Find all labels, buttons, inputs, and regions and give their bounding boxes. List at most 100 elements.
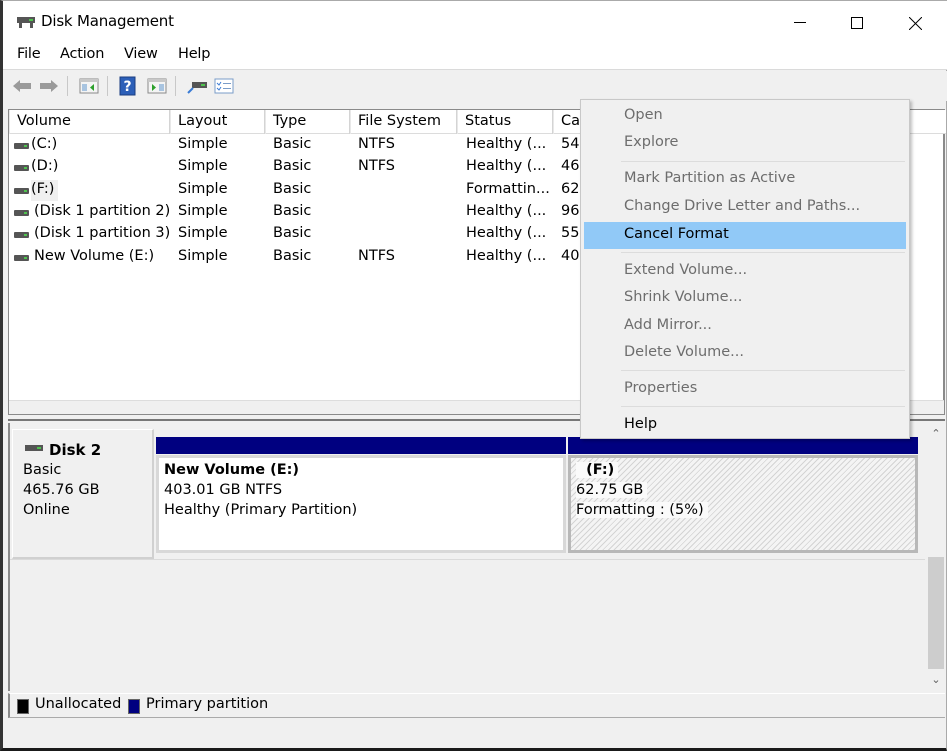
maximize-icon	[851, 17, 863, 29]
properties-list-icon[interactable]	[213, 76, 235, 96]
volume-status: Healthy (...	[466, 203, 547, 219]
legend-label-primary-partition: Primary partition	[146, 696, 269, 712]
context-menu-mark-active[interactable]: Mark Partition as Active	[584, 166, 906, 193]
scrollbar-thumb[interactable]	[928, 557, 944, 669]
svg-text:?: ?	[123, 79, 131, 95]
volume-row-selected[interactable]: (F:) Simple Basic Formattin... 62	[9, 180, 609, 202]
partition-type-bar	[156, 437, 566, 454]
volume-status: Healthy (...	[466, 158, 547, 174]
back-arrow-icon[interactable]	[11, 76, 33, 96]
title-bar[interactable]: Disk Management	[3, 1, 947, 43]
context-menu-shrink-volume[interactable]: Shrink Volume...	[584, 285, 906, 312]
vertical-scrollbar[interactable]: ⌃ ⌄	[927, 423, 945, 691]
context-menu-properties[interactable]: Properties	[584, 376, 906, 403]
context-menu-add-mirror[interactable]: Add Mirror...	[584, 313, 906, 340]
minimize-button[interactable]	[777, 7, 823, 39]
volume-row[interactable]: (C:) Simple Basic NTFS Healthy (... 54	[9, 135, 609, 157]
context-menu-separator	[621, 161, 905, 162]
disk-state: Online	[23, 502, 70, 518]
partition-status: Healthy (Primary Partition)	[164, 502, 358, 518]
menu-help[interactable]: Help	[178, 46, 210, 62]
drive-icon	[14, 143, 29, 149]
volume-file-system: NTFS	[358, 158, 395, 174]
drive-icon	[14, 255, 29, 261]
context-menu-separator	[621, 252, 905, 253]
context-menu-change-drive-letter[interactable]: Change Drive Letter and Paths...	[584, 194, 906, 221]
context-menu-cancel-format[interactable]: Cancel Format	[584, 222, 906, 249]
column-header-extra[interactable]	[909, 110, 946, 134]
help-icon[interactable]: ?	[117, 76, 139, 96]
volume-row[interactable]: New Volume (E:) Simple Basic NTFS Health…	[9, 247, 609, 269]
disk-management-app-icon	[17, 17, 35, 28]
disk-2-label[interactable]: Disk 2 Basic 465.76 GB Online	[12, 429, 154, 559]
volume-row[interactable]: (Disk 1 partition 2) Simple Basic Health…	[9, 202, 609, 224]
volume-layout: Simple	[178, 181, 228, 197]
disk-graphical-view: Disk 2 Basic 465.76 GB Online New Volume…	[8, 423, 945, 691]
volume-type: Basic	[273, 225, 312, 241]
disk-icon	[25, 445, 43, 451]
column-header-layout[interactable]: Layout	[170, 110, 265, 134]
volume-capacity: 96	[561, 203, 580, 219]
volume-layout: Simple	[178, 203, 228, 219]
volume-status: Healthy (...	[466, 225, 547, 241]
scroll-down-arrow-icon[interactable]: ⌄	[927, 673, 945, 689]
partition-body-selected: (F:) 62.75 GB Formatting : (5%)	[568, 455, 918, 553]
column-header-status[interactable]: Status	[457, 110, 553, 134]
disk-size: 465.76 GB	[23, 482, 100, 498]
connect-disk-icon[interactable]	[186, 76, 208, 96]
context-menu-extend-volume[interactable]: Extend Volume...	[584, 258, 906, 285]
toolbar-separator	[67, 76, 68, 96]
volume-type: Basic	[273, 248, 312, 264]
legend-label-unallocated: Unallocated	[35, 696, 122, 712]
drive-icon	[14, 165, 29, 171]
drive-icon	[14, 210, 29, 216]
column-header-file-system[interactable]: File System	[350, 110, 457, 134]
legend-bar: Unallocated Primary partition	[8, 693, 945, 718]
volume-capacity: 62	[561, 181, 580, 197]
context-menu-open[interactable]: Open	[584, 103, 906, 130]
volume-type: Basic	[273, 136, 312, 152]
menu-action[interactable]: Action	[60, 46, 104, 62]
menu-bar: File Action View Help	[3, 43, 947, 70]
maximize-button[interactable]	[834, 7, 880, 39]
forward-arrow-icon[interactable]	[38, 76, 60, 96]
partition-f-formatting[interactable]: (F:) 62.75 GB Formatting : (5%)	[568, 437, 918, 553]
menu-view[interactable]: View	[124, 46, 158, 62]
volume-type: Basic	[273, 181, 312, 197]
column-header-volume[interactable]: Volume	[9, 110, 170, 134]
context-menu-delete-volume[interactable]: Delete Volume...	[584, 340, 906, 367]
volume-capacity: 46	[561, 158, 580, 174]
context-menu-help[interactable]: Help	[584, 412, 906, 439]
scroll-up-arrow-icon[interactable]: ⌃	[927, 427, 945, 443]
close-icon	[908, 16, 922, 30]
volume-name: (Disk 1 partition 3)	[34, 225, 171, 241]
partition-new-volume-e[interactable]: New Volume (E:) 403.01 GB NTFS Healthy (…	[156, 437, 566, 553]
partition-size: 62.75 GB	[576, 482, 648, 498]
column-header-type[interactable]: Type	[265, 110, 350, 134]
context-menu: Open Explore Mark Partition as Active Ch…	[580, 99, 910, 439]
partition-body: New Volume (E:) 403.01 GB NTFS Healthy (…	[156, 455, 566, 553]
partition-size-fs: 403.01 GB NTFS	[164, 482, 283, 498]
volume-type: Basic	[273, 158, 312, 174]
partition-format-status: Formatting : (5%)	[576, 502, 708, 518]
volume-capacity: 40	[561, 248, 580, 264]
volume-capacity: 55	[561, 225, 580, 241]
show-hide-action-pane-icon[interactable]	[146, 76, 168, 96]
volume-row[interactable]: (D:) Simple Basic NTFS Healthy (... 46	[9, 157, 609, 179]
context-menu-separator	[621, 406, 905, 407]
drive-icon	[14, 232, 29, 238]
volume-file-system: NTFS	[358, 248, 395, 264]
show-hide-console-tree-icon[interactable]	[78, 76, 100, 96]
menu-file[interactable]: File	[17, 46, 41, 62]
volume-status: Healthy (...	[466, 136, 547, 152]
volume-row[interactable]: (Disk 1 partition 3) Simple Basic Health…	[9, 224, 609, 246]
context-menu-separator	[621, 370, 905, 371]
disk-name: Disk 2	[49, 441, 102, 459]
volume-layout: Simple	[178, 136, 228, 152]
drive-icon	[14, 188, 29, 194]
volume-name: (Disk 1 partition 2)	[34, 203, 171, 219]
context-menu-explore[interactable]: Explore	[584, 130, 906, 157]
toolbar-separator	[175, 76, 176, 96]
close-button[interactable]	[892, 7, 938, 39]
status-bar	[8, 719, 945, 747]
